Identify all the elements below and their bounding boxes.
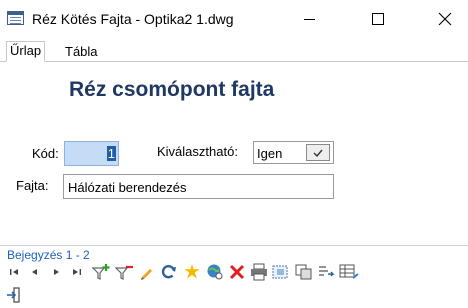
select-icon [272, 265, 288, 279]
edit-button[interactable] [136, 261, 158, 283]
filter-add-icon [92, 264, 110, 280]
kod-label: Kód: [32, 146, 59, 161]
last-record-button[interactable] [66, 261, 88, 283]
zoom-button[interactable] [204, 261, 226, 283]
maximize-button[interactable] [355, 0, 401, 38]
first-record-button[interactable] [3, 261, 25, 283]
window-title: Réz Kötés Fajta - Optika2 1.dwg [32, 11, 234, 27]
maximize-icon [372, 13, 384, 25]
exit-icon [7, 287, 20, 303]
edit-pencil-icon [141, 269, 152, 280]
filter-remove-icon [115, 265, 133, 280]
table-view-icon [339, 264, 359, 279]
zoom-globe-icon [207, 264, 223, 280]
record-count: Bejegyzés 1 - 2 [7, 248, 90, 262]
delete-icon [229, 264, 245, 280]
next-record-button[interactable] [45, 261, 67, 283]
tab-tabla[interactable]: Tábla [62, 44, 101, 62]
select-button[interactable] [270, 261, 292, 283]
kod-value: 1 [106, 146, 116, 161]
print-icon [251, 263, 267, 281]
refresh-icon [161, 265, 176, 279]
form-heading: Réz csomópont fajta [69, 78, 275, 101]
copy-icon [295, 264, 312, 280]
toolbar [0, 261, 468, 283]
fajta-value: Hálózati berendezés [68, 180, 187, 195]
copy-button[interactable] [293, 261, 315, 283]
filter-add-button[interactable] [91, 261, 113, 283]
kod-field[interactable]: 1 [64, 141, 119, 166]
minimize-button[interactable] [286, 0, 332, 38]
close-icon [438, 12, 452, 26]
check-icon [313, 149, 323, 158]
new-record-star-icon [184, 264, 200, 279]
close-button[interactable] [422, 0, 468, 38]
print-button[interactable] [248, 261, 270, 283]
export-button[interactable] [315, 261, 337, 283]
next-record-icon [54, 269, 59, 275]
exit-bar [0, 284, 468, 308]
title-bar: Réz Kötés Fajta - Optika2 1.dwg [0, 0, 468, 38]
previous-record-button[interactable] [24, 261, 46, 283]
table-view-button[interactable] [338, 261, 360, 283]
tab-urlap[interactable]: Űrlap [6, 41, 46, 62]
checkmark-button[interactable] [306, 144, 330, 161]
first-record-icon [10, 269, 18, 275]
export-icon [319, 266, 335, 277]
fajta-field[interactable]: Hálózati berendezés [63, 174, 334, 199]
delete-button[interactable] [226, 261, 248, 283]
exit-button[interactable] [3, 284, 25, 306]
last-record-icon [73, 269, 81, 275]
kivalaszthato-value: Igen [257, 146, 283, 161]
kivalaszthato-label: Kiválasztható: [157, 144, 238, 159]
new-record-button[interactable] [181, 261, 203, 283]
record-bar: Bejegyzés 1 - 2 [0, 245, 468, 262]
previous-record-icon [32, 269, 37, 275]
fajta-label: Fajta: [16, 178, 49, 193]
minimize-icon [303, 18, 315, 20]
refresh-button[interactable] [158, 261, 180, 283]
app-table-icon [7, 11, 24, 25]
filter-remove-button[interactable] [114, 261, 136, 283]
tab-bar: Űrlap Tábla [0, 38, 468, 62]
kivalaszthato-field[interactable]: Igen [253, 141, 334, 164]
